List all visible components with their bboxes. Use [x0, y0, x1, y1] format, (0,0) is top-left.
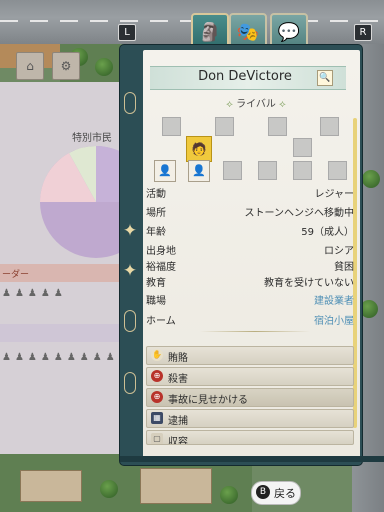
action-label: 殺害	[168, 374, 188, 385]
relation-slot[interactable]	[258, 161, 277, 180]
rival-label-text: ライバル	[236, 99, 276, 110]
info-value: レジャー	[314, 189, 355, 200]
action-label: 賄賂	[168, 353, 188, 364]
theater-masks-icon: 🎭	[236, 21, 260, 43]
citizen-avatar[interactable]: 🧑	[186, 136, 212, 162]
rival-avatar[interactable]: 👤	[154, 160, 176, 182]
relation-slot[interactable]	[293, 161, 312, 180]
panel-title: 特別市民	[72, 133, 112, 144]
spine-ornament	[124, 310, 136, 332]
tree	[95, 58, 113, 76]
settings-tab-icon[interactable]: ⚙	[52, 52, 80, 80]
tree	[362, 170, 380, 188]
right-shoulder-button[interactable]: R	[354, 24, 372, 41]
home-link[interactable]: 宿泊小屋	[314, 312, 354, 327]
info-row-location: 場所 ストーンヘンジへ移動中	[146, 204, 354, 220]
spine-ornament	[124, 92, 136, 114]
action-label: 逮捕	[168, 416, 188, 427]
rival-avatar[interactable]: 👤	[188, 160, 210, 182]
kill-button[interactable]: ⊕ 殺害	[146, 367, 354, 386]
kill-icon: ⊕	[151, 370, 163, 382]
section-label: ーダー	[2, 270, 30, 280]
rival-label: ⟡ ライバル ⟡	[226, 99, 286, 110]
citizen-name: Don DeVictore	[198, 69, 292, 84]
back-label: 戻る	[274, 487, 296, 500]
accident-icon: ⊕	[151, 391, 163, 403]
b-button-icon: B	[256, 485, 270, 499]
info-value: 教育を受けていない	[264, 278, 354, 289]
info-row-education: 教育 教育を受けていない	[146, 274, 354, 290]
relation-slot[interactable]	[293, 138, 312, 157]
divider	[200, 331, 310, 332]
left-shoulder-button[interactable]: L	[118, 24, 136, 41]
building	[140, 468, 212, 504]
info-value: ストーンヘンジへ移動中	[244, 208, 355, 219]
info-label: 出身地	[146, 246, 176, 257]
accident-button[interactable]: ⊕ 事故に見せかける	[146, 388, 354, 407]
arrest-icon: ▦	[151, 412, 163, 424]
search-icon[interactable]: 🔍	[317, 70, 333, 86]
speech-bubble-icon: 💬	[277, 21, 301, 43]
info-label: 場所	[146, 208, 166, 219]
workplace-link[interactable]: 建設業者	[314, 292, 354, 307]
info-label: 職場	[146, 296, 166, 307]
building-tab-icon[interactable]: ⌂	[16, 52, 44, 80]
detain-icon: ▢	[151, 433, 163, 444]
info-value: 59（成人）	[301, 227, 354, 238]
ornament-star-icon: ✦	[122, 261, 138, 281]
info-label: 活動	[146, 189, 166, 200]
info-label: ホーム	[146, 316, 176, 327]
detain-button[interactable]: ▢ 収容	[146, 430, 354, 445]
citizen-icon-row: ♟♟♟♟♟	[2, 288, 67, 299]
relation-slot[interactable]	[162, 117, 181, 136]
relation-slot[interactable]	[215, 117, 234, 136]
info-label: 裕福度	[146, 262, 176, 273]
relation-slot[interactable]	[328, 161, 347, 180]
bribe-button[interactable]: ✋ 賄賂	[146, 346, 354, 365]
info-value: ロシア	[324, 246, 354, 257]
card-bottom-edge	[120, 456, 384, 462]
info-label: 教育	[146, 278, 166, 289]
info-row-home: ホーム 宿泊小屋	[146, 312, 354, 328]
building	[20, 470, 82, 502]
info-row-wealth: 裕福度 貧困	[146, 258, 354, 274]
relation-slot[interactable]	[268, 117, 287, 136]
action-label: 事故に見せかける	[168, 395, 248, 406]
info-label: 年齢	[146, 227, 166, 238]
bribe-icon: ✋	[151, 349, 163, 361]
tree	[220, 486, 238, 504]
citizen-portrait-icon: 🗿	[198, 21, 222, 43]
action-label: 収容	[168, 437, 188, 445]
relation-slot[interactable]	[223, 161, 242, 180]
info-row-activity: 活動 レジャー	[146, 185, 354, 201]
citizen-icon-row: ♟♟♟♟♟♟♟♟♟	[2, 352, 119, 363]
info-row-workplace: 職場 建設業者	[146, 292, 354, 308]
info-value: 貧困	[334, 262, 354, 273]
arrest-button[interactable]: ▦ 逮捕	[146, 409, 354, 428]
spine-ornament	[124, 372, 136, 394]
info-row-age: 年齢 59（成人）	[146, 223, 354, 239]
tree	[100, 480, 118, 498]
ornament-star-icon: ✦	[122, 221, 138, 241]
tree	[360, 300, 378, 318]
relation-slot[interactable]	[320, 117, 339, 136]
info-row-birthplace: 出身地 ロシア	[146, 242, 354, 258]
